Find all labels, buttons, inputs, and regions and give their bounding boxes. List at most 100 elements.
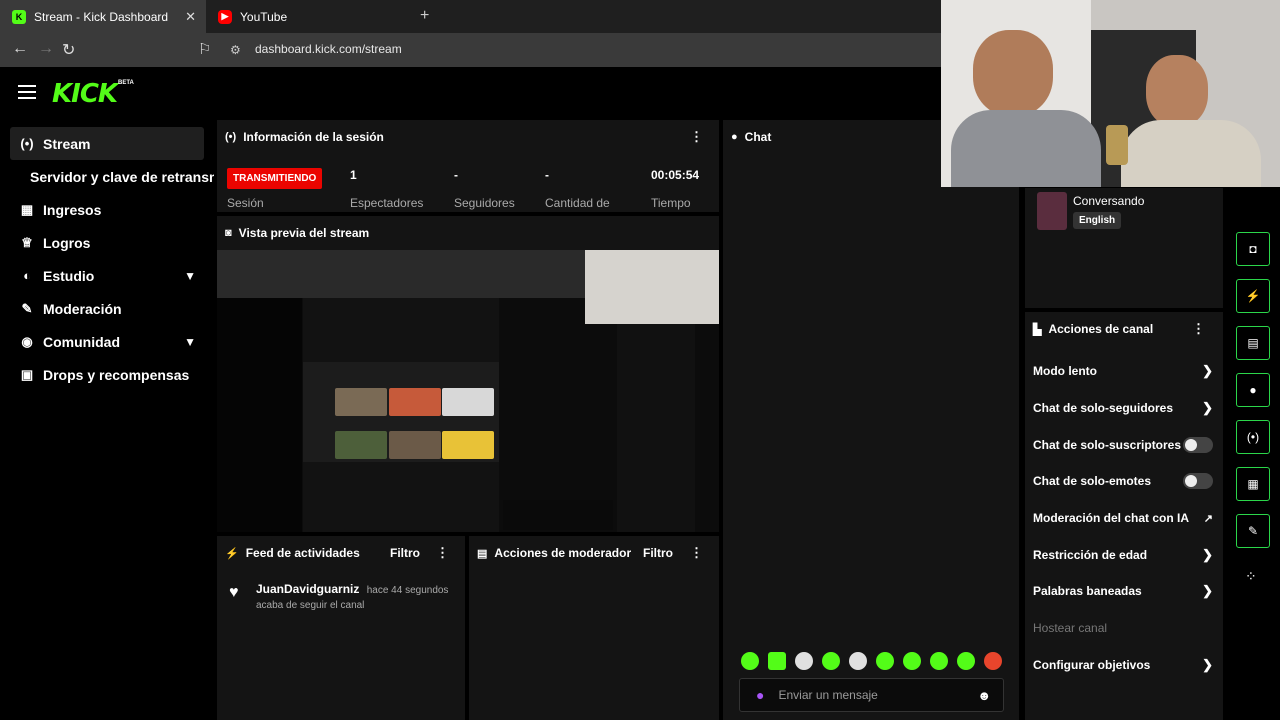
forward-icon[interactable]: → xyxy=(38,40,54,58)
emote-icon[interactable] xyxy=(741,652,759,670)
row-label: Palabras baneadas xyxy=(1033,584,1142,599)
category-thumbnail xyxy=(1037,192,1067,230)
chat-bubble-icon[interactable]: ● xyxy=(1236,373,1270,407)
emotes-only-toggle[interactable] xyxy=(1183,473,1213,490)
broadcast-icon[interactable]: (•) xyxy=(1236,420,1270,454)
live-status-badge: TRANSMITIENDO xyxy=(227,168,323,189)
emote-icon[interactable] xyxy=(768,652,786,670)
age-restriction-row[interactable]: Restricción de edad ❯ xyxy=(1025,536,1223,573)
emote-icon[interactable] xyxy=(957,652,975,670)
chat-placeholder: Enviar un mensaje xyxy=(778,688,878,702)
set-goals-row[interactable]: Configurar objetivos ❯ xyxy=(1025,647,1223,684)
menu-icon[interactable] xyxy=(18,85,36,99)
panel-header: (•) Información de la sesión ⋮ xyxy=(217,120,719,154)
person-right-head xyxy=(1146,55,1208,127)
person-right-body xyxy=(1121,120,1261,187)
panel-title: Acciones de moderador xyxy=(494,546,632,560)
new-tab-icon[interactable]: + xyxy=(420,7,429,25)
lightning-icon: ⚡ xyxy=(225,547,239,560)
chat-input[interactable]: ● Enviar un mensaje ☻ xyxy=(739,678,1004,712)
more-options-icon[interactable]: ⋮ xyxy=(690,129,703,145)
layout-icon[interactable]: ▦ xyxy=(1236,467,1270,501)
lightning-icon[interactable]: ⚡ xyxy=(1236,279,1270,313)
more-options-icon[interactable]: ⋮ xyxy=(436,545,449,561)
sidebar-item-drops[interactable]: ▣ Drops y recompensas xyxy=(0,358,214,391)
chevron-down-icon[interactable]: ▼ xyxy=(184,269,196,283)
host-channel-row: Hostear canal xyxy=(1025,610,1223,647)
more-options-icon[interactable]: ⋮ xyxy=(1192,321,1205,337)
sidebar-item-moderacion[interactable]: ✎ Moderación xyxy=(0,292,214,325)
time-label: Tiempo xyxy=(651,196,691,210)
beta-badge: BETA xyxy=(118,80,134,86)
external-link-icon: ↗ xyxy=(1203,512,1213,525)
broadcast-icon: (•) xyxy=(20,136,34,151)
feed-user[interactable]: JuanDavidguarniz xyxy=(256,582,359,596)
sidebar-item-stream[interactable]: (•) Stream xyxy=(10,127,204,160)
emote-icon[interactable] xyxy=(849,652,867,670)
site-info-icon[interactable]: ⚙ xyxy=(230,43,241,57)
slow-mode-row[interactable]: Modo lento ❯ xyxy=(1025,353,1223,390)
stream-info-panel: Conversando English xyxy=(1025,188,1223,308)
tab-youtube[interactable]: ▶ YouTube xyxy=(206,0,406,33)
preview-channel-actions xyxy=(617,324,695,532)
stream-preview-video[interactable] xyxy=(217,250,719,532)
sidebar-item-comunidad[interactable]: ◉ Comunidad ▼ xyxy=(0,325,214,358)
panel-title: Vista previa del stream xyxy=(238,226,370,240)
more-apps-icon[interactable]: ⁘ xyxy=(1245,568,1257,585)
preview-thumbnail xyxy=(389,388,441,416)
sidebar-item-ingresos[interactable]: ▦ Ingresos xyxy=(0,193,214,226)
panel-title: Feed de actividades xyxy=(245,546,360,560)
tab-kick-dashboard[interactable]: K Stream - Kick Dashboard ✕ xyxy=(0,0,206,33)
microphone-icon[interactable]: ● xyxy=(756,687,764,703)
ai-moderation-row[interactable]: Moderación del chat con IA ↗ xyxy=(1025,500,1223,537)
sidebar-item-server-key[interactable]: Servidor y clave de retransmisión xyxy=(0,160,214,193)
notes-icon[interactable]: ▤ xyxy=(1236,326,1270,360)
emote-icon[interactable] xyxy=(903,652,921,670)
chevron-right-icon: ❯ xyxy=(1202,546,1213,562)
preview-thumbnail xyxy=(442,388,494,416)
sidebar-item-logros[interactable]: ♕ Logros xyxy=(0,226,214,259)
wrench-icon: ✎ xyxy=(21,300,33,316)
emote-icon[interactable] xyxy=(876,652,894,670)
emotes-only-row: Chat de solo-emotes xyxy=(1025,463,1223,500)
chevron-right-icon: ❯ xyxy=(1202,656,1213,672)
more-options-icon[interactable]: ⋮ xyxy=(690,545,703,561)
filter-button[interactable]: Filtro xyxy=(390,546,420,560)
count-value: - xyxy=(545,168,549,182)
reload-icon[interactable]: ↻ xyxy=(62,40,75,60)
emote-icon[interactable] xyxy=(984,652,1002,670)
banned-words-row[interactable]: Palabras baneadas ❯ xyxy=(1025,573,1223,610)
stream-preview-panel: ◙ Vista previa del stream xyxy=(217,216,719,532)
kick-logo[interactable]: KICK xyxy=(52,79,118,109)
clip-icon[interactable]: ◘ xyxy=(1236,232,1270,266)
emote-icon[interactable] xyxy=(930,652,948,670)
kick-favicon-icon: K xyxy=(12,9,26,24)
panel-header: ▙ Acciones de canal ⋮ xyxy=(1025,312,1223,346)
close-tab-icon[interactable]: ✕ xyxy=(185,9,196,25)
bookmark-icon[interactable]: ⚐ xyxy=(198,40,211,58)
emote-icon[interactable] xyxy=(795,652,813,670)
row-label: Chat de solo-emotes xyxy=(1033,474,1152,489)
category-name[interactable]: Conversando xyxy=(1073,194,1144,208)
subscribers-only-toggle[interactable] xyxy=(1183,436,1213,453)
back-icon[interactable]: ← xyxy=(12,40,28,58)
url-field[interactable]: dashboard.kick.com/stream xyxy=(255,42,402,56)
sidebar-item-estudio[interactable]: ◐ Estudio ▼ xyxy=(0,259,214,292)
emote-icon[interactable] xyxy=(822,652,840,670)
row-label: Chat de solo-suscriptores xyxy=(1033,437,1182,452)
row-label: Modo lento xyxy=(1033,364,1097,379)
filter-button[interactable]: Filtro xyxy=(643,546,673,560)
followers-only-row[interactable]: Chat de solo-seguidores ❯ xyxy=(1025,390,1223,427)
chevron-right-icon: ❯ xyxy=(1202,583,1213,599)
channel-actions-panel: ▙ Acciones de canal ⋮ Modo lento ❯ Chat d… xyxy=(1025,312,1223,720)
feed-entry: JuanDavidguarniz hace 44 segundos xyxy=(256,582,448,596)
emoji-icon[interactable]: ☻ xyxy=(977,688,991,703)
heart-icon: ♥ xyxy=(229,584,239,601)
panel-header: ▤ Acciones de moderador Filtro ⋮ xyxy=(469,536,719,570)
tab-title: Stream - Kick Dashboard xyxy=(34,9,169,24)
sidebar-item-label: Estudio xyxy=(43,267,95,284)
row-label: Chat de solo-seguidores xyxy=(1033,401,1174,416)
chevron-down-icon[interactable]: ▼ xyxy=(184,335,196,349)
viewers-label: Espectadores xyxy=(350,196,424,210)
wrench-icon[interactable]: ✎ xyxy=(1236,514,1270,548)
